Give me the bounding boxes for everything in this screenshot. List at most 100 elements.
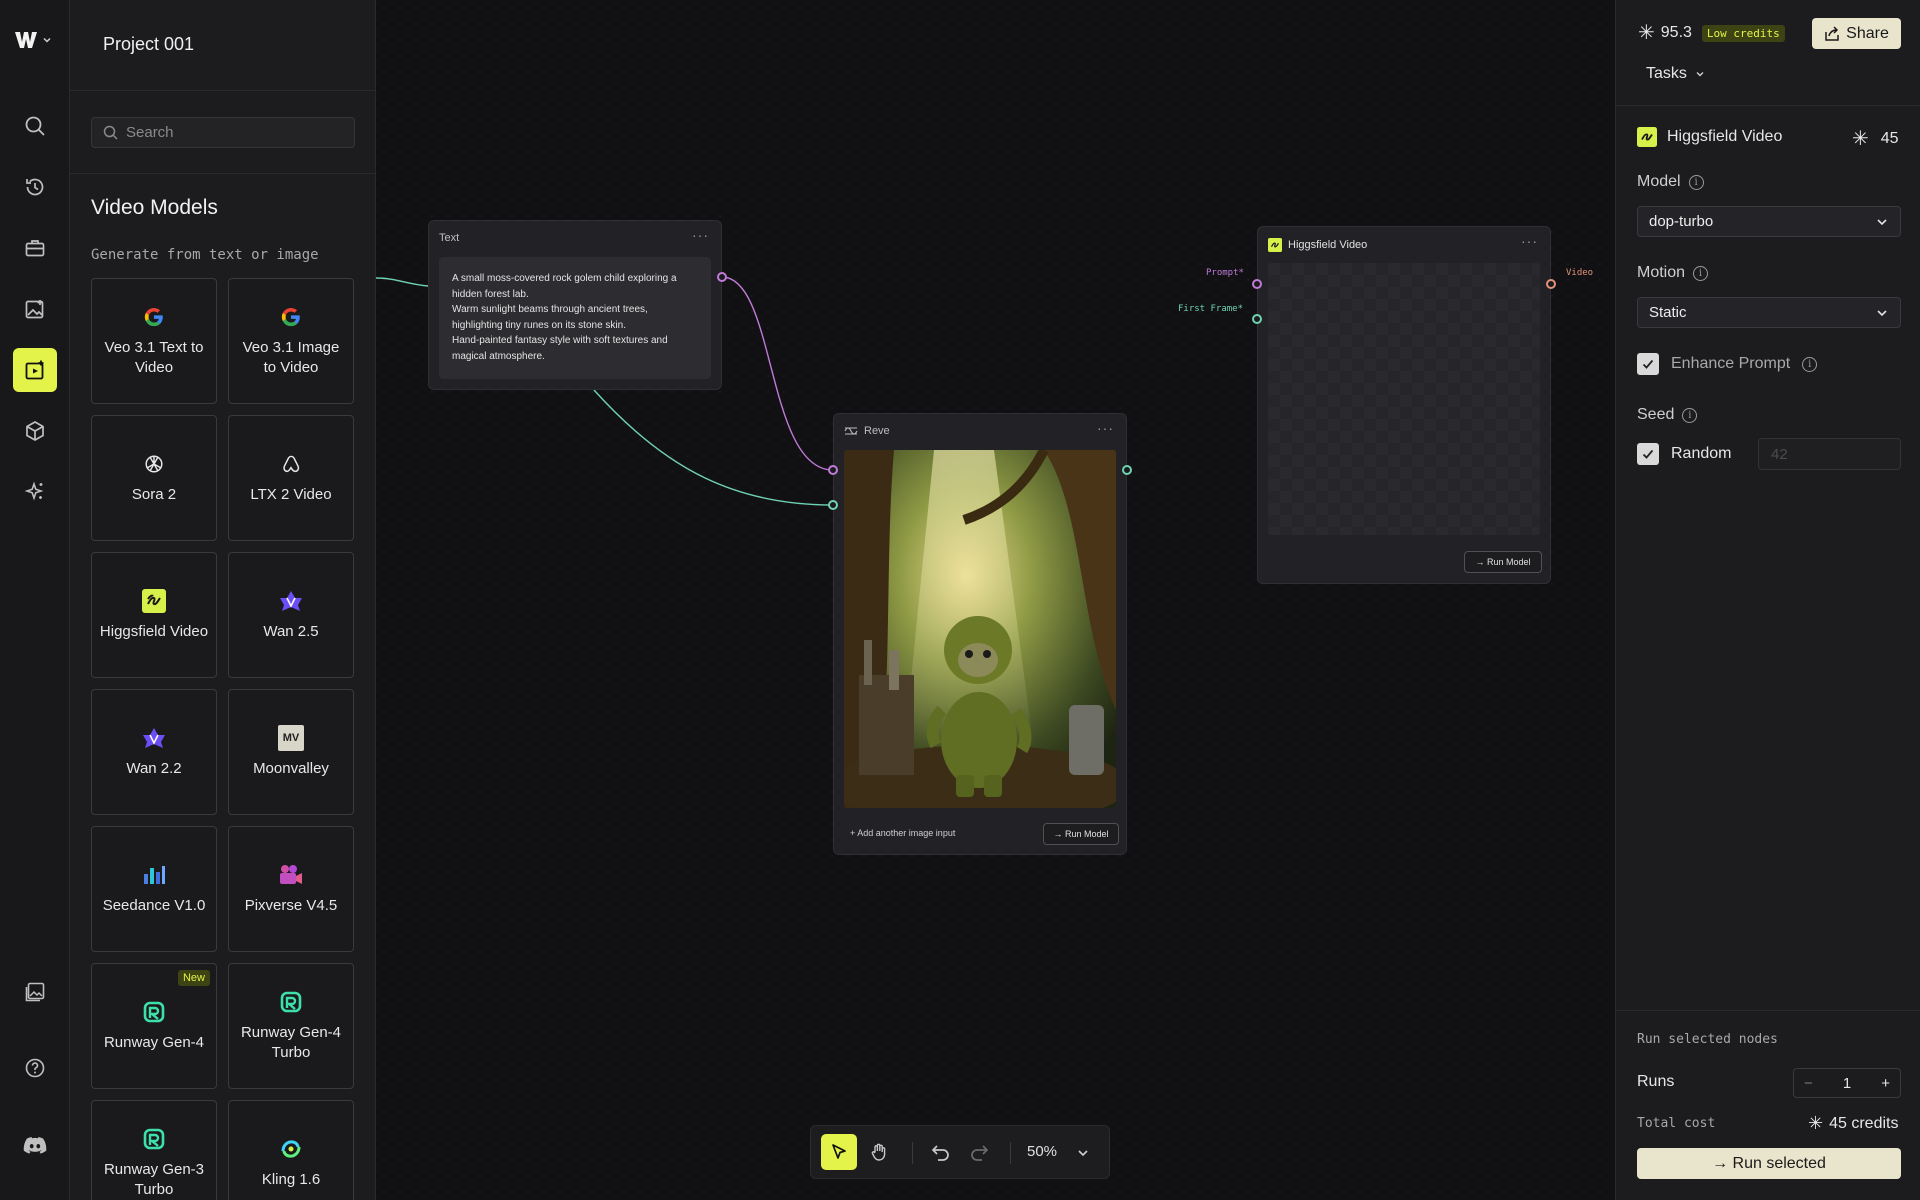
enhance-prompt-checkbox[interactable] — [1637, 353, 1659, 375]
model-card-seedance[interactable]: Seedance V1.0 — [91, 826, 217, 952]
wan-icon — [278, 588, 304, 614]
seed-label-text: Seed — [1637, 406, 1675, 423]
random-seed-checkbox[interactable] — [1637, 443, 1659, 465]
higgsfield-prompt-input-port[interactable] — [1252, 279, 1262, 289]
model-label-text: Model — [1637, 173, 1681, 190]
reve-output-port[interactable] — [1122, 465, 1132, 475]
info-icon[interactable]: i — [1682, 407, 1698, 423]
seed-input[interactable]: 42 — [1758, 438, 1901, 470]
higgsfield-video-output-port[interactable] — [1546, 279, 1556, 289]
moonvalley-icon: MV — [278, 725, 304, 751]
redo-button[interactable] — [961, 1134, 997, 1170]
discord-icon[interactable] — [13, 1123, 57, 1167]
reve-node[interactable]: Reve ··· + Add another image input → Run… — [833, 413, 1127, 855]
info-icon[interactable]: i — [1802, 356, 1818, 372]
prompt-text[interactable]: A small moss-covered rock golem child ex… — [439, 257, 711, 379]
gallery-icon[interactable] — [13, 970, 57, 1014]
tasks-dropdown[interactable]: Tasks — [1646, 65, 1705, 83]
undo-icon — [931, 1145, 949, 1161]
reve-prompt-input-port[interactable] — [828, 465, 838, 475]
run-selected-button[interactable]: → Run selected — [1637, 1148, 1901, 1179]
3d-cube-icon[interactable] — [13, 409, 57, 453]
openai-icon — [141, 451, 167, 477]
model-card-pixverse[interactable]: Pixverse V4.5 — [228, 826, 354, 952]
icon-rail — [0, 0, 70, 1200]
share-button[interactable]: Share — [1812, 18, 1901, 49]
node-menu-button[interactable]: ··· — [1097, 420, 1114, 436]
model-select[interactable]: dop-turbo — [1637, 206, 1901, 237]
node-header-title: Higgsfield Video — [1667, 128, 1783, 145]
model-card-label: LTX 2 Video — [250, 486, 332, 503]
node-menu-button[interactable]: ··· — [692, 227, 709, 243]
help-icon[interactable] — [13, 1046, 57, 1090]
model-field-label: Model i — [1637, 173, 1704, 191]
random-seed-label: Random — [1671, 445, 1732, 462]
reve-image-input-port[interactable] — [828, 500, 838, 510]
project-title[interactable]: Project 001 — [103, 34, 194, 55]
model-card-wan-2-5[interactable]: Wan 2.5 — [228, 552, 354, 678]
model-card-runway-gen-4-turbo[interactable]: Runway Gen-4 Turbo — [228, 963, 354, 1089]
total-cost-label: Total cost — [1637, 1116, 1716, 1131]
workspace-logo-menu[interactable] — [14, 30, 52, 50]
model-card-label: Runway Gen-4 — [103, 1034, 205, 1051]
run-model-button[interactable]: → Run Model — [1464, 551, 1542, 573]
node-menu-button[interactable]: ··· — [1521, 233, 1538, 249]
sparkles-icon[interactable] — [13, 470, 57, 514]
image-edit-icon[interactable] — [13, 287, 57, 331]
history-icon[interactable] — [13, 165, 57, 209]
pan-tool-button[interactable] — [861, 1134, 897, 1170]
asterisk-icon: ✳ — [1852, 128, 1869, 150]
info-icon[interactable]: i — [1688, 174, 1704, 190]
runs-value[interactable]: 1 — [1843, 1075, 1851, 1092]
model-card-ltx-2[interactable]: LTX 2 Video — [228, 415, 354, 541]
models-panel: Project 001 Search Video Models Generate… — [70, 0, 376, 1200]
model-grid: Veo 3.1 Text to Video Veo 3.1 Image to V… — [91, 278, 355, 1200]
kling-icon — [278, 1136, 304, 1162]
video-output-label: Video — [1566, 268, 1594, 278]
generated-image[interactable] — [844, 450, 1116, 808]
higgsfield-video-node[interactable]: Higgsfield Video ··· → Run Model — [1257, 226, 1551, 584]
model-card-wan-2-2[interactable]: Wan 2.2 — [91, 689, 217, 815]
model-card-veo-text[interactable]: Veo 3.1 Text to Video — [91, 278, 217, 404]
higgsfield-first-frame-input-port[interactable] — [1252, 314, 1262, 324]
node-canvas[interactable]: Text ··· A small moss-covered rock golem… — [376, 0, 1615, 1200]
divider — [912, 1142, 913, 1164]
model-card-veo-image[interactable]: Veo 3.1 Image to Video — [228, 278, 354, 404]
text-node[interactable]: Text ··· A small moss-covered rock golem… — [428, 220, 722, 390]
chevron-down-icon[interactable] — [1077, 1147, 1089, 1159]
total-cost: ✳ 45 credits — [1808, 1113, 1898, 1134]
model-card-moonvalley[interactable]: MV Moonvalley — [228, 689, 354, 815]
logo-icon — [15, 32, 37, 48]
share-icon — [1825, 25, 1839, 41]
run-model-button[interactable]: → Run Model — [1043, 823, 1119, 845]
model-card-higgsfield[interactable]: Higgsfield Video — [91, 552, 217, 678]
decrement-button[interactable]: − — [1804, 1075, 1813, 1092]
video-models-icon[interactable] — [13, 348, 57, 392]
search-icon — [103, 125, 118, 144]
model-card-runway-gen-3-turbo[interactable]: Runway Gen-3 Turbo — [91, 1100, 217, 1200]
toolbox-icon[interactable] — [13, 226, 57, 270]
text-output-port[interactable] — [717, 272, 727, 282]
node-header: Higgsfield Video — [1637, 127, 1782, 147]
select-tool-button[interactable] — [821, 1134, 857, 1170]
wan-icon — [141, 725, 167, 751]
search-icon[interactable] — [13, 104, 57, 148]
motion-field-label: Motion i — [1637, 264, 1709, 282]
low-credits-badge[interactable]: Low credits — [1701, 24, 1785, 42]
model-card-label: Runway Gen-4 Turbo — [240, 1024, 342, 1061]
model-card-label: Sora 2 — [131, 486, 177, 503]
model-card-kling[interactable]: Kling 1.6 — [228, 1100, 354, 1200]
model-card-sora-2[interactable]: Sora 2 — [91, 415, 217, 541]
motion-select[interactable]: Static — [1637, 297, 1901, 328]
share-label: Share — [1846, 24, 1889, 42]
model-card-label: Kling 1.6 — [261, 1171, 321, 1188]
add-image-input-button[interactable]: + Add another image input — [850, 828, 955, 838]
increment-button[interactable]: + — [1881, 1075, 1890, 1092]
search-input[interactable]: Search — [91, 117, 355, 148]
higgsfield-icon — [1637, 127, 1657, 147]
node-title-text: Reve — [864, 425, 890, 437]
zoom-level[interactable]: 50% — [1027, 1143, 1057, 1160]
model-card-runway-gen-4[interactable]: New Runway Gen-4 — [91, 963, 217, 1089]
info-icon[interactable]: i — [1693, 265, 1709, 281]
undo-button[interactable] — [923, 1134, 959, 1170]
